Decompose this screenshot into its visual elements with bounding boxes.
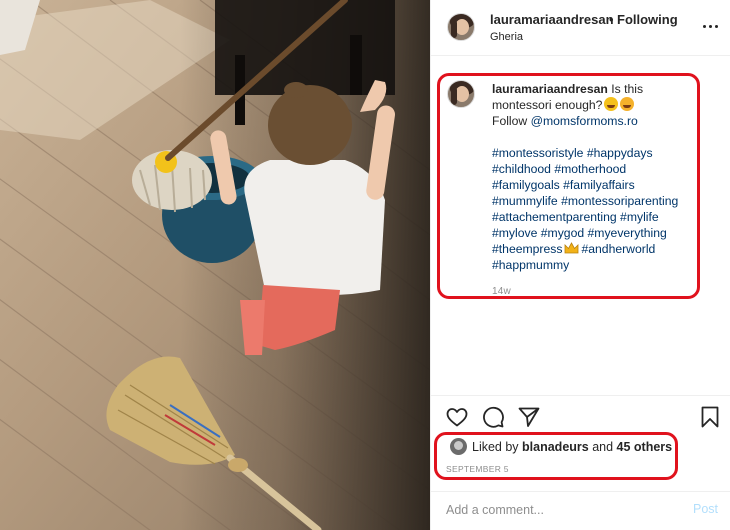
post-header: lauramariaandresan • Following Gheria xyxy=(431,0,730,56)
bookmark-icon[interactable] xyxy=(698,405,722,429)
comment-input[interactable] xyxy=(446,501,666,519)
more-options-icon[interactable] xyxy=(701,16,721,36)
caption-highlight-box xyxy=(437,73,700,299)
photo-toddler-with-mop xyxy=(0,0,430,530)
actions-divider xyxy=(431,395,730,396)
follow-separator: • xyxy=(609,12,614,27)
heart-icon[interactable] xyxy=(445,405,469,429)
post-side-panel: lauramariaandresan • Following Gheria la… xyxy=(430,0,730,530)
share-icon[interactable] xyxy=(517,405,541,429)
post-photo[interactable] xyxy=(0,0,430,530)
location-link[interactable]: Gheria xyxy=(490,31,523,43)
author-avatar[interactable] xyxy=(447,13,475,41)
comment-icon[interactable] xyxy=(481,405,505,429)
following-button[interactable]: Following xyxy=(617,12,678,27)
author-username[interactable]: lauramariaandresan xyxy=(490,12,614,27)
likes-highlight-box xyxy=(434,432,678,480)
post-comment-button[interactable]: Post xyxy=(693,502,718,516)
